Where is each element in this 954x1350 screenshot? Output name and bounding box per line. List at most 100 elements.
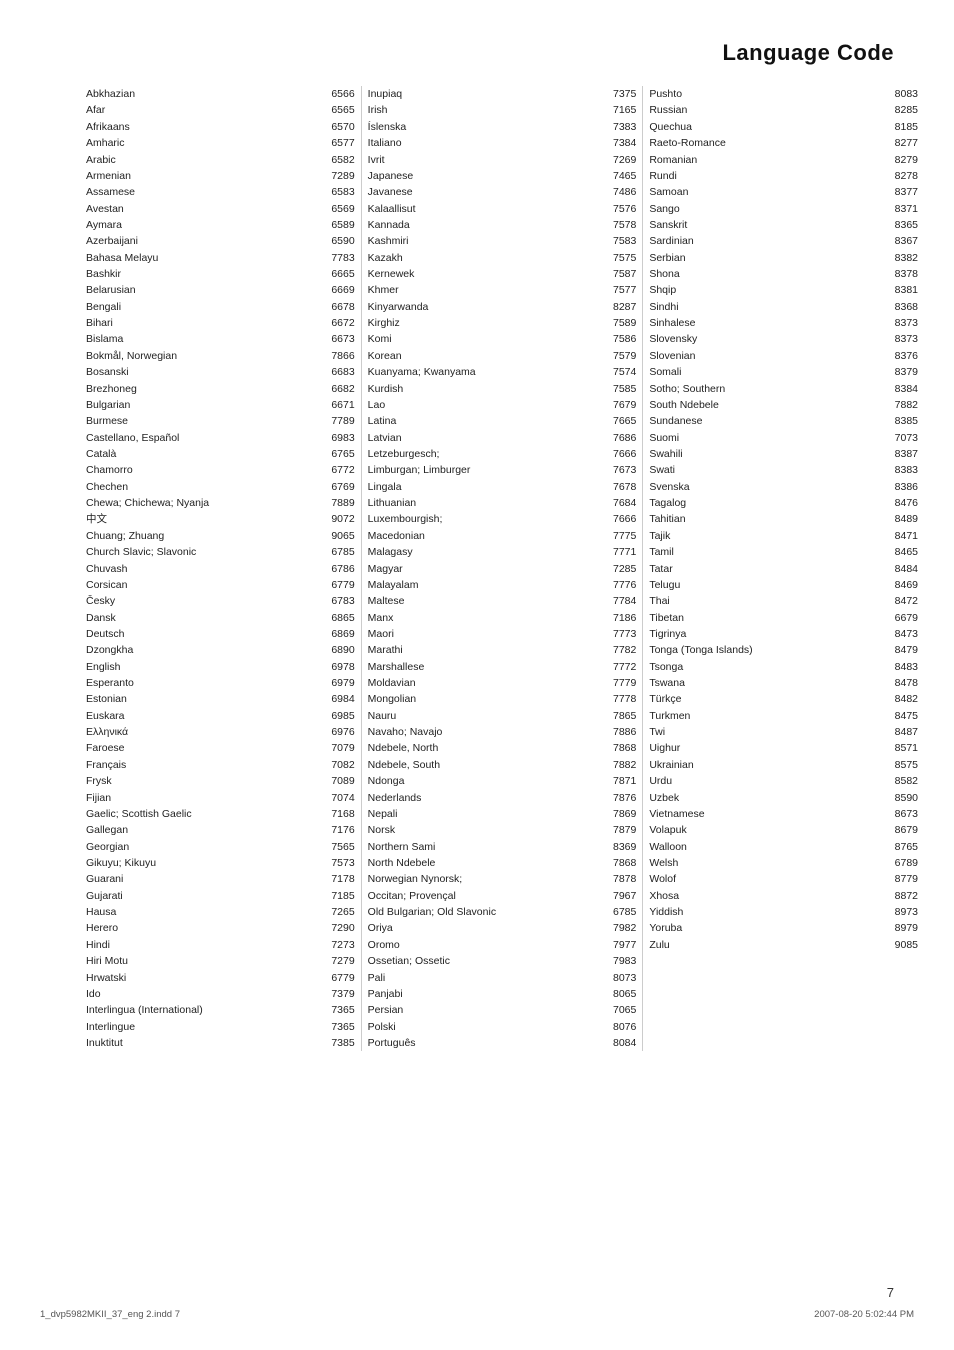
table-row: Polski8076: [366, 1018, 639, 1034]
lang-code: 8679: [865, 822, 920, 838]
table-row: Nepali7869: [366, 806, 639, 822]
lang-code: 8387: [865, 446, 920, 462]
lang-code: 7289: [308, 168, 356, 184]
lang-name: Pushto: [647, 86, 864, 102]
lang-code: 6683: [308, 364, 356, 380]
lang-name: Nepali: [366, 806, 592, 822]
lang-name: Armenian: [84, 168, 308, 184]
table-row: Català6765: [84, 446, 357, 462]
table-row: Magyar7285: [366, 560, 639, 576]
lang-name: Ivrit: [366, 151, 592, 167]
lang-code: 7385: [308, 1035, 356, 1051]
table-row: Tigrinya8473: [647, 626, 920, 642]
lang-name: Lingala: [366, 479, 592, 495]
lang-code: 6679: [865, 610, 920, 626]
lang-name: Gikuyu; Kikuyu: [84, 855, 308, 871]
table-row: Church Slavic; Slavonic6785: [84, 544, 357, 560]
lang-code: 8378: [865, 266, 920, 282]
lang-name: Amharic: [84, 135, 308, 151]
table-row: Sango8371: [647, 201, 920, 217]
lang-code: 7176: [308, 822, 356, 838]
table-row: Corsican6779: [84, 577, 357, 593]
column-2: Inupiaq7375Irish7165Íslenska7383Italiano…: [362, 86, 644, 1051]
table-row: Kirghiz7589: [366, 315, 639, 331]
table-row: Bashkir6665: [84, 266, 357, 282]
table-row: Navaho; Navajo7886: [366, 724, 639, 740]
lang-code: 6865: [308, 610, 356, 626]
lang-name: Latvian: [366, 430, 592, 446]
lang-name: Volapuk: [647, 822, 864, 838]
table-row: Shqip8381: [647, 282, 920, 298]
lang-name: Chuang; Zhuang: [84, 528, 308, 544]
table-row: Gujarati7185: [84, 888, 357, 904]
table-row: Norwegian Nynorsk;7878: [366, 871, 639, 887]
table-row: Georgian7565: [84, 839, 357, 855]
lang-code: 6890: [308, 642, 356, 658]
table-row: Sardinian8367: [647, 233, 920, 249]
table-row: Old Bulgarian; Old Slavonic6785: [366, 904, 639, 920]
table-row: Northern Sami8369: [366, 839, 639, 855]
lang-name: Pali: [366, 969, 592, 985]
table-row: Yoruba8979: [647, 920, 920, 936]
table-row: Oriya7982: [366, 920, 639, 936]
lang-name: South Ndebele: [647, 397, 864, 413]
lang-code: 7879: [592, 822, 639, 838]
lang-code: 6978: [308, 659, 356, 675]
lang-name: Xhosa: [647, 888, 864, 904]
lang-code: 7579: [592, 348, 639, 364]
lang-name: Sango: [647, 201, 864, 217]
lang-code: 8973: [865, 904, 920, 920]
lang-code: 7577: [592, 282, 639, 298]
lang-code: 8484: [865, 560, 920, 576]
lang-name: Church Slavic; Slavonic: [84, 544, 308, 560]
lang-code: 8476: [865, 495, 920, 511]
lang-name: Kashmiri: [366, 233, 592, 249]
lang-code: 7589: [592, 315, 639, 331]
table-row: Swati8383: [647, 462, 920, 478]
lang-name: Sotho; Southern: [647, 380, 864, 396]
lang-name: Russian: [647, 102, 864, 118]
lang-name: Ndebele, North: [366, 740, 592, 756]
table-row: Luxembourgish;7666: [366, 511, 639, 527]
table-row: Chuvash6786: [84, 560, 357, 576]
table-row: Maltese7784: [366, 593, 639, 609]
table-row: Faroese7079: [84, 740, 357, 756]
lang-name: Norwegian Nynorsk;: [366, 871, 592, 887]
lang-code: 7185: [308, 888, 356, 904]
lang-code: 6789: [865, 855, 920, 871]
lang-code: 8487: [865, 724, 920, 740]
lang-code: 7379: [308, 986, 356, 1002]
lang-name: Romanian: [647, 151, 864, 167]
table-row: Kannada7578: [366, 217, 639, 233]
lang-name: Hindi: [84, 937, 308, 953]
table-row: Português8084: [366, 1035, 639, 1051]
table-row: Hindi7273: [84, 937, 357, 953]
table-row: Gaelic; Scottish Gaelic7168: [84, 806, 357, 822]
lang-name: Česky: [84, 593, 308, 609]
lang-name: Old Bulgarian; Old Slavonic: [366, 904, 592, 920]
lang-name: Ελληνικά: [84, 724, 308, 740]
lang-code: 7783: [308, 250, 356, 266]
table-row: Romanian8279: [647, 151, 920, 167]
table-row: Uighur8571: [647, 740, 920, 756]
lang-code: 7865: [592, 708, 639, 724]
lang-code: 6565: [308, 102, 356, 118]
lang-name: Interlingue: [84, 1018, 308, 1034]
table-row: Tswana8478: [647, 675, 920, 691]
table-row: Afrikaans6570: [84, 119, 357, 135]
page-title: Language Code: [722, 40, 894, 66]
lang-name: Kernewek: [366, 266, 592, 282]
table-row: Marathi7782: [366, 642, 639, 658]
lang-table-3: Pushto8083Russian8285Quechua8185Raeto-Ro…: [647, 86, 920, 953]
lang-code: 7586: [592, 331, 639, 347]
lang-name: 中文: [84, 511, 308, 527]
lang-code: 7585: [592, 380, 639, 396]
lang-code: 8083: [865, 86, 920, 102]
table-row: Estonian6984: [84, 691, 357, 707]
lang-code: 7871: [592, 773, 639, 789]
lang-code: 7587: [592, 266, 639, 282]
lang-code: 8469: [865, 577, 920, 593]
lang-code: 7365: [308, 1002, 356, 1018]
table-row: Ndebele, South7882: [366, 757, 639, 773]
columns-wrapper: Abkhazian6566Afar6565Afrikaans6570Amhari…: [0, 76, 954, 1081]
